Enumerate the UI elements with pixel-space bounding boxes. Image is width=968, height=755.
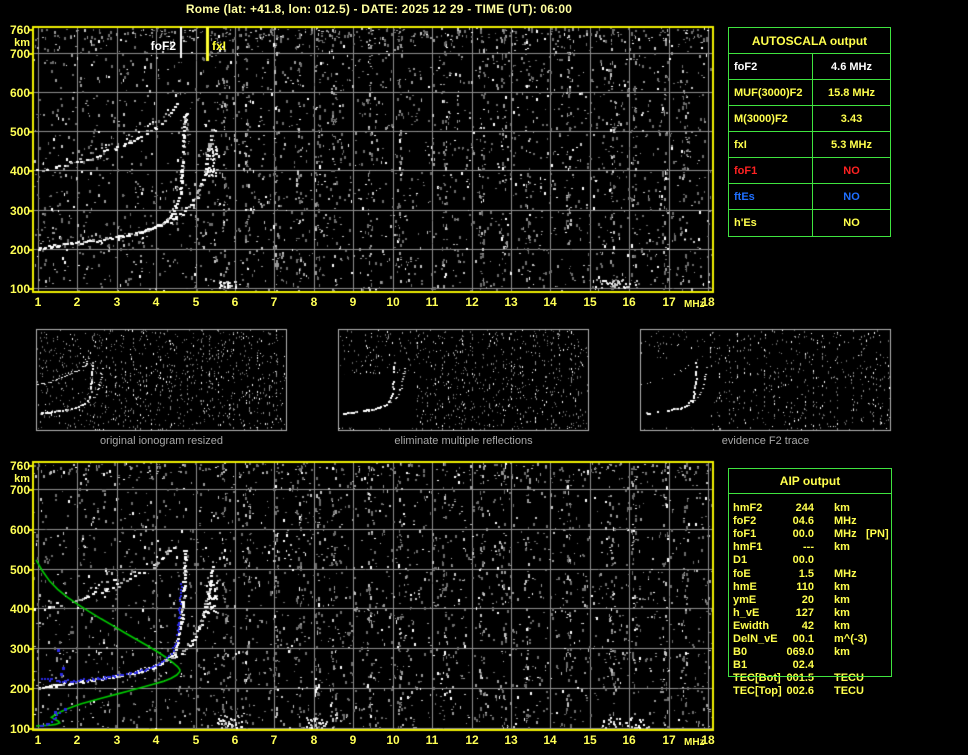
- parameter-value: NO: [843, 190, 860, 203]
- fxI-marker-label: fxI: [212, 39, 227, 53]
- parameter-label: ftEs: [729, 184, 813, 209]
- thumbnail-caption-original: original ionogram resized: [100, 435, 223, 447]
- x-tick-label: 6: [231, 295, 239, 309]
- x-tick-label: 5: [192, 733, 200, 747]
- x-tick-label: 3: [113, 733, 121, 747]
- y-tick-label: 600: [9, 523, 30, 537]
- x-tick-label: 14: [543, 733, 557, 747]
- x-tick-label: 3: [113, 295, 121, 309]
- parameter-value: NO: [843, 217, 860, 229]
- aip-row-tectop: TEC[Top] 002.6 TECU: [733, 685, 891, 698]
- parameter-value: 15.8 MHz: [827, 86, 876, 99]
- parameter-label: M(3000)F2: [729, 106, 813, 131]
- x-axis-unit-label: MHz: [684, 737, 705, 748]
- y-tick-label: 600: [9, 86, 30, 100]
- parameter-value: 4.6 MHz: [831, 60, 872, 73]
- y-tick-label: 700: [9, 47, 30, 61]
- x-tick-label: 15: [583, 295, 597, 309]
- x-tick-label: 9: [349, 733, 357, 747]
- x-tick-label: 8: [310, 295, 318, 309]
- x-tick-label: 7: [270, 295, 278, 309]
- x-tick-label: 14: [543, 295, 557, 309]
- y-tick-label: 760: [9, 459, 30, 473]
- x-tick-label: 11: [425, 733, 439, 747]
- parameter-label: h'Es: [729, 210, 813, 236]
- y-tick-label: 500: [9, 563, 30, 577]
- y-tick-label: 500: [9, 125, 30, 139]
- x-tick-label: 4: [152, 733, 160, 747]
- x-tick-label: 8: [310, 733, 318, 747]
- x-tick-label: 6: [231, 733, 239, 747]
- parameter-label: fxI: [729, 132, 813, 157]
- parameter-value: 002.6: [786, 685, 814, 698]
- autoscala-row-muf3000f2: MUF(3000)F2 15.8 MHz: [729, 80, 890, 106]
- x-tick-label: 17: [662, 733, 676, 747]
- x-tick-label: 5: [192, 295, 200, 309]
- y-tick-label: 400: [9, 164, 30, 178]
- parameter-value: 3.43: [840, 112, 863, 125]
- parameter-unit: TECU: [834, 685, 864, 698]
- x-tick-label: 2: [73, 733, 81, 747]
- x-tick-label: 7: [270, 733, 278, 747]
- aip-output-table: AIP output hmF2 244 km foF2 04.6 MHz foF1 00.0 M…: [728, 468, 892, 703]
- parameter-value: NO: [843, 164, 860, 177]
- y-tick-label: 100: [9, 282, 30, 296]
- autoscala-table-title: AUTOSCALA output: [729, 28, 890, 54]
- y-tick-label: 760: [9, 23, 30, 37]
- autoscala-output-table: AUTOSCALA output foF2 4.6 MHz MUF(3000)F2 1…: [728, 27, 891, 237]
- y-tick-label: 700: [9, 483, 30, 497]
- y-tick-label: 200: [9, 682, 30, 696]
- y-axis-unit-label: km: [14, 473, 30, 485]
- thumbnail-caption-evidence: evidence F2 trace: [721, 435, 810, 447]
- autoscala-row-fxi: fxI 5.3 MHz: [729, 132, 890, 158]
- x-tick-label: 2: [73, 295, 81, 309]
- x-tick-label: 10: [386, 733, 400, 747]
- parameter-label: foF2: [729, 54, 813, 79]
- parameter-label: MUF(3000)F2: [729, 80, 813, 105]
- page-title: Rome (lat: +41.8, lon: 012.5) - DATE: 20…: [185, 2, 573, 16]
- x-tick-label: 13: [504, 733, 518, 747]
- autoscala-row-ftes: ftEs NO: [729, 184, 890, 210]
- foF2-marker-label: foF2: [150, 39, 176, 53]
- x-tick-label: 10: [386, 295, 400, 309]
- y-tick-label: 300: [9, 642, 30, 656]
- thumbnail-caption-eliminate: eliminate multiple reflections: [394, 435, 533, 447]
- autoscala-window: Rome (lat: +41.8, lon: 012.5) - DATE: 20…: [0, 0, 968, 755]
- autoscala-row-hes: h'Es NO: [729, 210, 890, 236]
- autoscala-row-m3000f2: M(3000)F2 3.43: [729, 106, 890, 132]
- parameter-value: 5.3 MHz: [831, 138, 872, 151]
- y-tick-label: 200: [9, 243, 30, 257]
- y-axis-unit-label: km: [14, 37, 30, 49]
- x-tick-label: 12: [465, 733, 479, 747]
- x-tick-label: 11: [425, 295, 439, 309]
- y-tick-label: 300: [9, 204, 30, 218]
- x-tick-label: 1: [34, 295, 42, 309]
- x-tick-label: 15: [583, 733, 597, 747]
- x-tick-label: 4: [152, 295, 160, 309]
- autoscala-table-rows: foF2 4.6 MHz MUF(3000)F2 15.8 MHz M(3000)F2 3…: [729, 54, 890, 236]
- y-tick-label: 100: [9, 722, 30, 736]
- parameter-label: foF1: [729, 158, 813, 183]
- aip-table-border: [728, 468, 892, 677]
- x-tick-label: 9: [349, 295, 357, 309]
- autoscala-row-fof1: foF1 NO: [729, 158, 890, 184]
- y-tick-label: 400: [9, 602, 30, 616]
- x-tick-label: 17: [662, 295, 676, 309]
- x-tick-label: 13: [504, 295, 518, 309]
- x-tick-label: 16: [622, 295, 636, 309]
- x-tick-label: 12: [465, 295, 479, 309]
- autoscala-row-fof2: foF2 4.6 MHz: [729, 54, 890, 80]
- x-axis-unit-label: MHz: [684, 299, 705, 310]
- x-tick-label: 16: [622, 733, 636, 747]
